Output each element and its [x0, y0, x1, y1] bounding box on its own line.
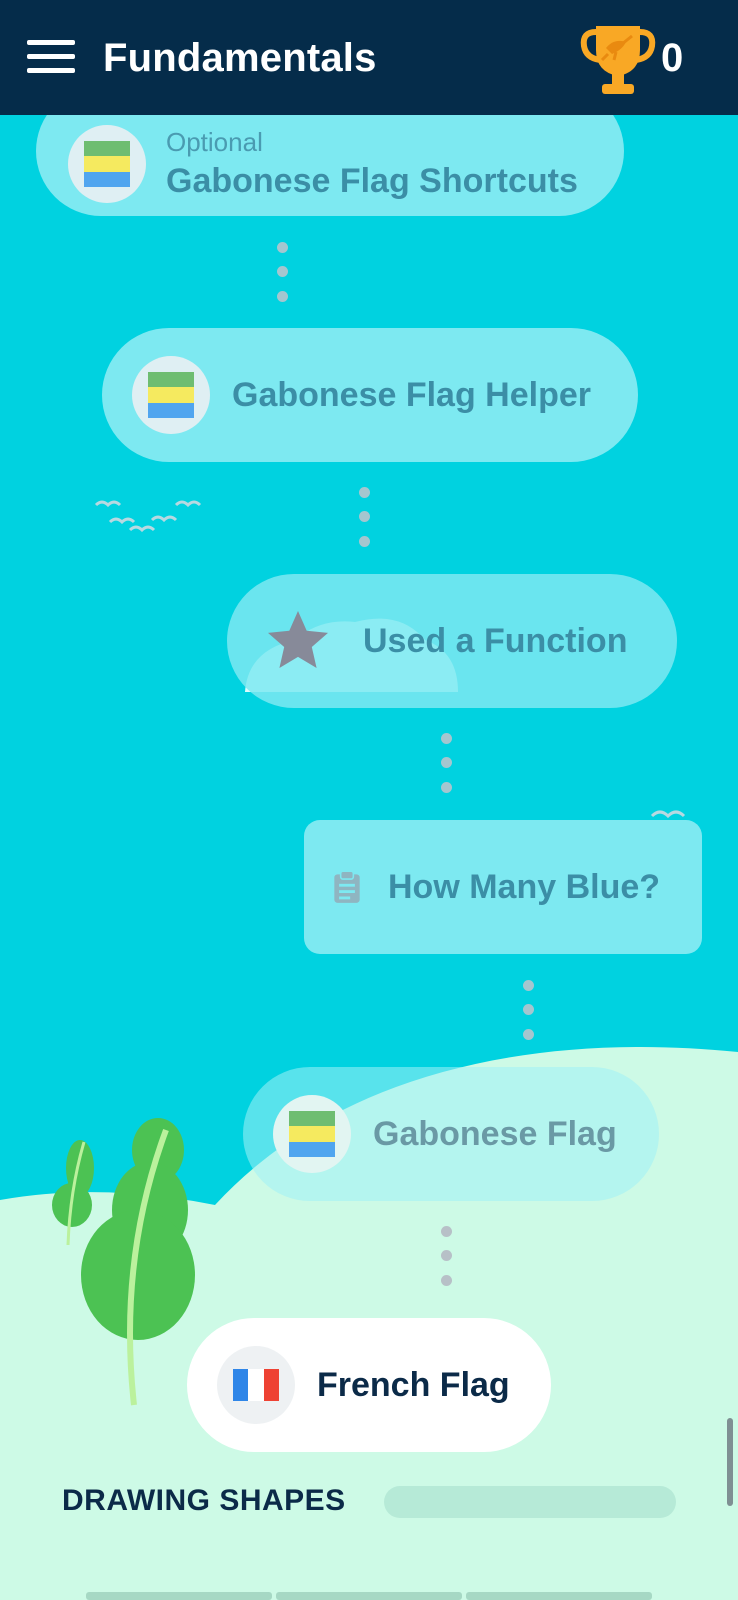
map-scene: Optional Gabonese Flag Shortcuts Gabones…: [0, 0, 738, 1600]
level-used-a-function[interactable]: Used a Function: [227, 574, 677, 708]
path-dot: [441, 782, 452, 793]
path-dot: [441, 1226, 452, 1237]
path-dot: [441, 1275, 452, 1286]
path-dot: [359, 487, 370, 498]
level-badge: [132, 356, 210, 434]
section-title: DRAWING SHAPES: [62, 1484, 346, 1517]
level-gabonese-flag[interactable]: Gabonese Flag: [243, 1067, 659, 1201]
level-badge: [273, 1095, 351, 1173]
top-app-bar: Fundamentals 0: [0, 0, 738, 115]
path-dot: [523, 1004, 534, 1015]
level-label: French Flag: [317, 1365, 510, 1404]
gabon-flag-icon: [148, 372, 194, 418]
level-badge: [68, 125, 146, 203]
trophy-icon[interactable]: [578, 20, 658, 100]
scrollbar[interactable]: [727, 1418, 733, 1506]
level-french-flag[interactable]: French Flag: [187, 1318, 551, 1452]
trophy-count: 0: [661, 36, 684, 80]
level-label: How Many Blue?: [388, 867, 661, 906]
path-dot: [277, 291, 288, 302]
path-dot: [441, 733, 452, 744]
france-flag-icon: [233, 1369, 279, 1401]
level-label: Gabonese Flag: [373, 1114, 617, 1153]
gabon-flag-icon: [84, 141, 130, 187]
level-label: Used a Function: [363, 621, 628, 660]
optional-label: Optional: [166, 127, 263, 157]
path-dot: [523, 980, 534, 991]
star-icon: [268, 611, 328, 668]
path-dot: [277, 242, 288, 253]
path-dot: [277, 266, 288, 277]
level-gabonese-flag-helper[interactable]: Gabonese Flag Helper: [102, 328, 638, 462]
menu-icon[interactable]: [27, 40, 75, 74]
path-dot: [359, 511, 370, 522]
level-badge: [217, 1346, 295, 1424]
path-dot: [441, 1250, 452, 1261]
path-dot: [359, 536, 370, 547]
bottom-tabs: [86, 1592, 652, 1600]
section-progress-bar: [384, 1486, 676, 1518]
level-label: Gabonese Flag Shortcuts: [166, 162, 578, 200]
path-dot: [523, 1029, 534, 1040]
level-how-many-blue[interactable]: How Many Blue?: [304, 820, 702, 954]
level-label: Gabonese Flag Helper: [232, 375, 591, 414]
gabon-flag-icon: [289, 1111, 335, 1157]
path-dot: [441, 757, 452, 768]
page-title: Fundamentals: [103, 36, 377, 80]
clipboard-icon: [334, 870, 360, 903]
